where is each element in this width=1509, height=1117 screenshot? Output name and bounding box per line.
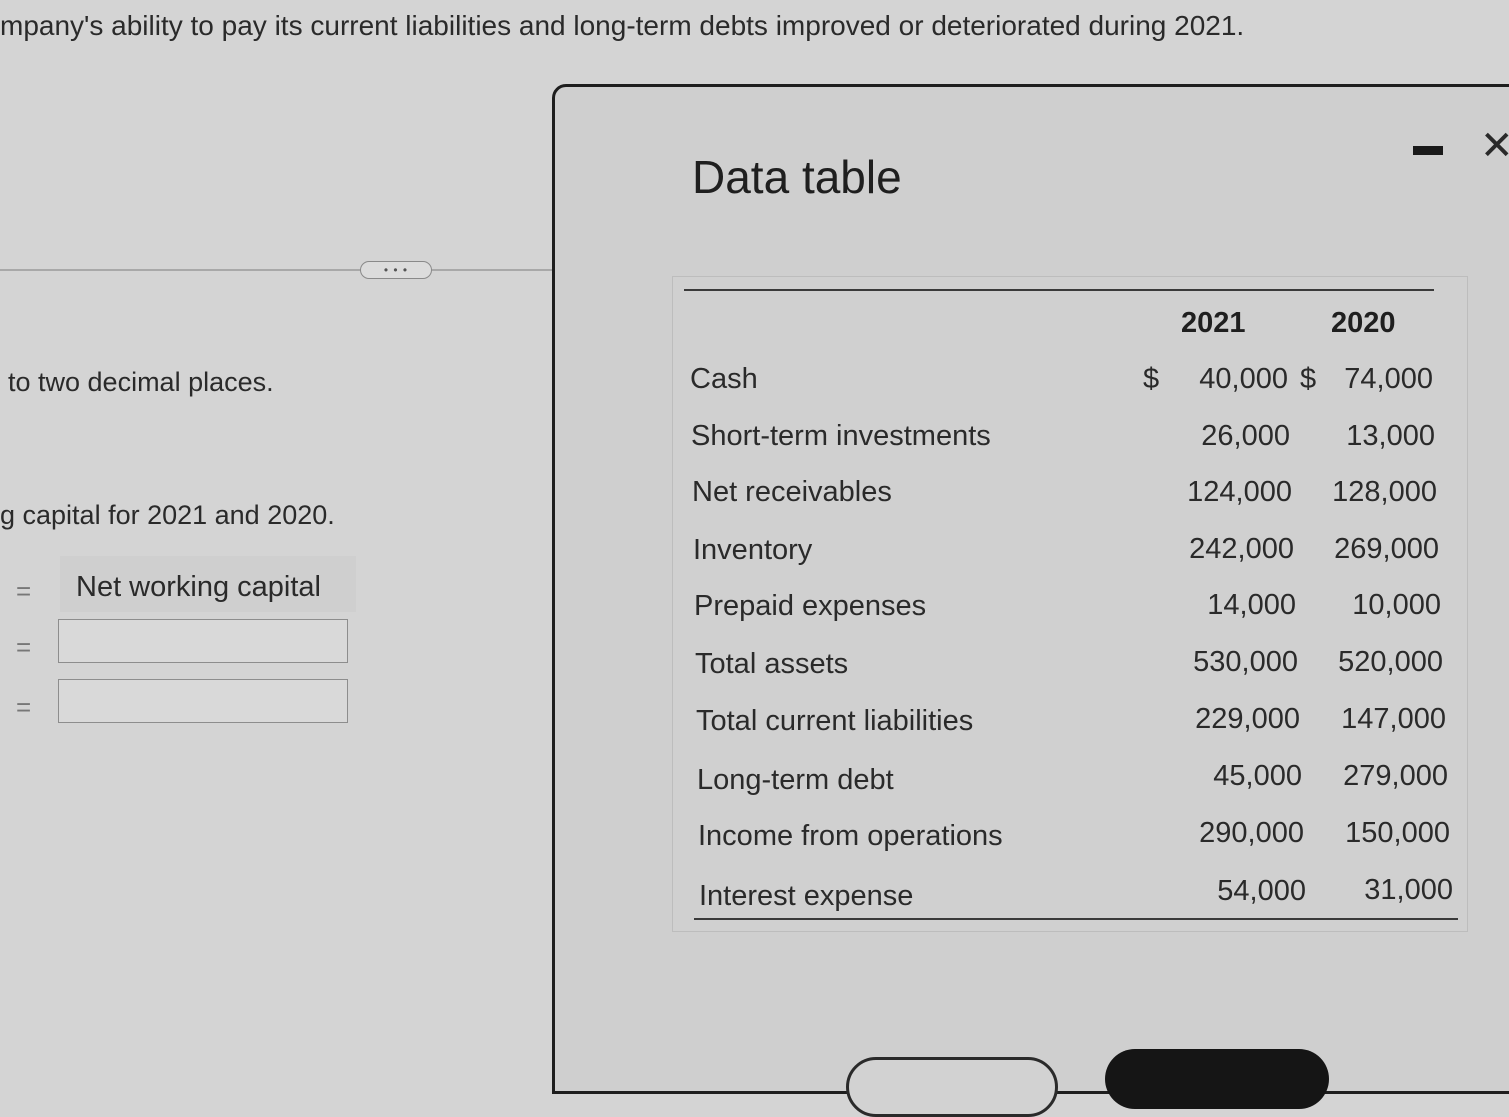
row-label-total-current-liabilities: Total current liabilities	[696, 705, 974, 737]
cell-net-receivables-2021: 124,000	[1187, 476, 1292, 508]
column-header-2021: 2021	[1181, 307, 1246, 339]
cell-prepaid-expenses-2021: 14,000	[1207, 589, 1296, 621]
cell-income-from-operations-2021: 290,000	[1199, 817, 1304, 849]
cell-cash-2021: 40,000	[1199, 363, 1288, 395]
cell-inventory-2021: 242,000	[1189, 533, 1294, 565]
primary-button[interactable]	[1105, 1049, 1329, 1109]
row-label-long-term-debt: Long-term debt	[697, 764, 894, 796]
equals-sign: =	[16, 576, 32, 606]
row-label-inventory: Inventory	[693, 534, 813, 566]
secondary-button[interactable]	[846, 1057, 1058, 1117]
minimize-icon[interactable]	[1413, 146, 1443, 155]
cell-inventory-2020: 269,000	[1334, 533, 1439, 565]
equals-sign: =	[16, 692, 32, 722]
row-label-income-from-operations: Income from operations	[698, 820, 1003, 852]
table-top-rule	[684, 289, 1434, 291]
row-label-prepaid-expenses: Prepaid expenses	[694, 590, 927, 622]
row-label-short-term-investments: Short-term investments	[691, 420, 991, 452]
net-working-capital-2021-input[interactable]	[58, 619, 348, 663]
cell-total-assets-2020: 520,000	[1338, 646, 1443, 678]
net-working-capital-2020-input[interactable]	[58, 679, 348, 723]
cell-income-from-operations-2020: 150,000	[1345, 817, 1450, 849]
cell-short-term-investments-2020: 13,000	[1346, 420, 1435, 452]
net-working-capital-label: Net working capital	[76, 571, 321, 603]
row-label-interest-expense: Interest expense	[699, 880, 914, 912]
cell-interest-expense-2021: 54,000	[1217, 875, 1306, 907]
cell-long-term-debt-2021: 45,000	[1213, 760, 1302, 792]
modal-title: Data table	[692, 151, 902, 203]
row-label-net-receivables: Net receivables	[692, 476, 892, 508]
section-divider	[0, 269, 552, 271]
expand-more-button[interactable]: • • •	[360, 261, 432, 279]
equals-sign: =	[16, 632, 32, 662]
cell-total-assets-2021: 530,000	[1193, 646, 1298, 678]
cell-short-term-investments-2021: 26,000	[1201, 420, 1290, 452]
cell-total-current-liabilities-2020: 147,000	[1341, 703, 1446, 735]
cell-net-receivables-2020: 128,000	[1332, 476, 1437, 508]
cell-interest-expense-2020: 31,000	[1364, 874, 1453, 906]
rounding-instruction: to two decimal places.	[8, 367, 274, 397]
row-label-cash: Cash	[690, 363, 758, 395]
compute-instruction: g capital for 2021 and 2020.	[0, 500, 335, 530]
table-bottom-rule	[694, 918, 1458, 920]
column-header-2020: 2020	[1331, 307, 1396, 339]
cell-prepaid-expenses-2020: 10,000	[1352, 589, 1441, 621]
question-text: mpany's ability to pay its current liabi…	[0, 10, 1245, 41]
cell-total-current-liabilities-2021: 229,000	[1195, 703, 1300, 735]
row-label-total-assets: Total assets	[695, 648, 849, 680]
cell-long-term-debt-2020: 279,000	[1343, 760, 1448, 792]
cell-cash-2020: 74,000	[1344, 363, 1433, 395]
close-icon[interactable]: ✕	[1480, 126, 1509, 166]
